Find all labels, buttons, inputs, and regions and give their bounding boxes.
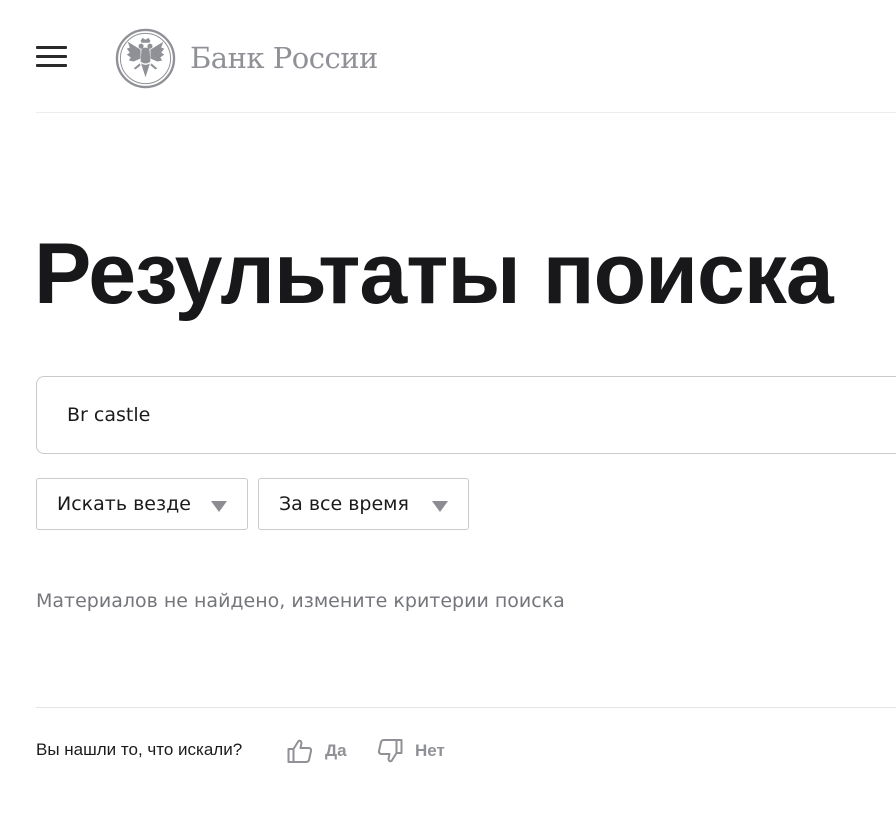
- period-dropdown[interactable]: За все время: [258, 478, 469, 530]
- feedback-yes-label: Да: [325, 741, 347, 760]
- scope-dropdown-label: Искать везде: [57, 493, 191, 515]
- page-title: Результаты поиска: [34, 226, 834, 322]
- search-box[interactable]: [36, 376, 896, 454]
- thumbs-up-icon: [287, 739, 313, 763]
- logo-text: Банк России: [190, 41, 378, 75]
- search-input[interactable]: [67, 377, 887, 453]
- feedback-question: Вы нашли то, что искали?: [36, 740, 243, 759]
- feedback-no-button[interactable]: Нет: [376, 736, 445, 766]
- caret-down-icon: [432, 501, 448, 512]
- feedback-divider: [36, 707, 896, 708]
- site-header: Банк России: [0, 0, 896, 112]
- empty-results-message: Материалов не найдено, измените критерии…: [36, 590, 565, 612]
- thumbs-down-icon: [377, 739, 403, 763]
- menu-icon[interactable]: [36, 46, 67, 68]
- caret-down-icon: [211, 501, 227, 512]
- logo-link[interactable]: Банк России: [115, 27, 378, 89]
- header-divider: [36, 112, 896, 113]
- feedback-no-label: Нет: [415, 741, 445, 760]
- period-dropdown-label: За все время: [279, 493, 409, 515]
- scope-dropdown[interactable]: Искать везде: [36, 478, 248, 530]
- feedback-yes-button[interactable]: Да: [286, 736, 347, 766]
- eagle-emblem-icon: [115, 28, 176, 88]
